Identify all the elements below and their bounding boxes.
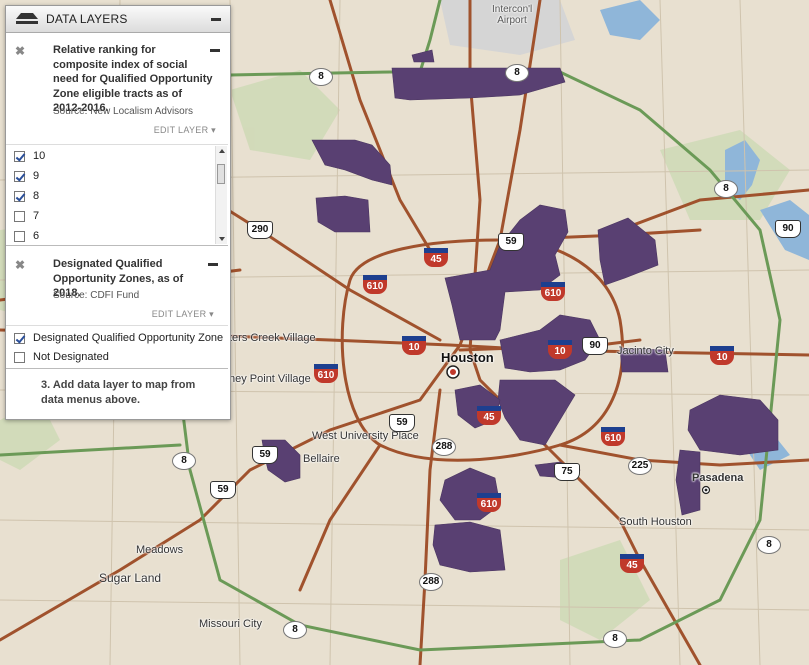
- shield-sh8-d: 8: [172, 452, 196, 470]
- scroll-down-icon[interactable]: [219, 237, 225, 241]
- list-item[interactable]: 7: [14, 208, 39, 224]
- layer2-value-list[interactable]: Designated Qualified Opportunity Zone No…: [6, 325, 228, 369]
- zone-south-2: [432, 521, 506, 573]
- layer1-description: Relative ranking for composite index of …: [53, 44, 213, 114]
- shield-sh288-b: 288: [419, 573, 443, 591]
- list-item[interactable]: 10: [14, 148, 45, 164]
- label-hunters-creek: ters Creek Village: [229, 332, 316, 344]
- label-jacinto-city: Jacinto City: [617, 345, 674, 357]
- shield-sh225: 225: [628, 457, 652, 475]
- label-bellaire: Bellaire: [303, 453, 340, 465]
- checkbox-6[interactable]: [14, 230, 25, 242]
- label-missouri-city: Missouri City: [199, 618, 262, 630]
- shield-i610-b: 610: [541, 282, 565, 301]
- shield-us59-c: 59: [252, 446, 278, 464]
- panel-header[interactable]: DATA LAYERS: [6, 6, 230, 33]
- remove-layer2-icon[interactable]: ✖: [15, 258, 25, 272]
- label-airport: Intercon'l Airport: [492, 4, 533, 26]
- shield-i610-d: 610: [601, 427, 625, 446]
- add-layer-hint: 3. Add data layer to map from data menus…: [41, 379, 196, 406]
- shield-i610-a: 610: [363, 275, 387, 294]
- shield-us59-a: 59: [498, 233, 524, 251]
- shield-us59-d: 59: [210, 481, 236, 499]
- label-houston: Houston: [441, 350, 494, 365]
- data-layers-panel: DATA LAYERS ✖ Relative ranking for compo…: [5, 5, 231, 420]
- layers-icon: [16, 13, 38, 24]
- scroll-up-icon[interactable]: [219, 149, 225, 153]
- layer2-section: ✖ Designated Qualified Opportunity Zones…: [6, 245, 228, 326]
- label-south-houston: South Houston: [619, 516, 692, 528]
- label-sugar-land: Sugar Land: [99, 571, 162, 585]
- shield-sh8-g: 8: [757, 536, 781, 554]
- scroll-thumb[interactable]: [217, 164, 225, 184]
- layer2-source: Source: CDFI Fund: [53, 290, 140, 301]
- layer1-edit-button[interactable]: EDIT LAYER ▾: [154, 125, 216, 136]
- pasadena-marker[interactable]: [701, 485, 711, 495]
- label-meadows: Meadows: [136, 544, 184, 556]
- list-item[interactable]: Designated Qualified Opportunity Zone: [14, 330, 223, 346]
- checkbox-10[interactable]: [14, 150, 25, 162]
- collapse-panel-icon[interactable]: [211, 18, 221, 21]
- list-item[interactable]: 6: [14, 228, 39, 244]
- shield-us59-b: 59: [389, 414, 415, 432]
- shield-i610-c: 610: [314, 364, 338, 383]
- shield-i10-a: 10: [402, 336, 426, 355]
- checkbox-8[interactable]: [14, 190, 25, 202]
- shield-us90-a: 90: [582, 337, 608, 355]
- shield-us90-b: 90: [775, 220, 801, 238]
- shield-sh8-e: 8: [283, 621, 307, 639]
- shield-i45-c: 45: [620, 554, 644, 573]
- shield-sh8-f: 8: [603, 630, 627, 648]
- shield-i45-b: 45: [477, 406, 501, 425]
- remove-layer1-icon[interactable]: ✖: [15, 44, 25, 58]
- shield-i610-e: 610: [477, 493, 501, 512]
- list-item[interactable]: 9: [14, 168, 39, 184]
- checkbox-7[interactable]: [14, 210, 25, 222]
- layer2-edit-button[interactable]: EDIT LAYER ▾: [152, 309, 214, 320]
- shield-i10-c: 10: [710, 346, 734, 365]
- shield-sh8-b: 8: [505, 64, 529, 82]
- checkbox-not-designated[interactable]: [14, 351, 25, 363]
- houston-marker[interactable]: [446, 365, 460, 379]
- label-piney-point: ney Point Village: [229, 373, 311, 385]
- shield-i45-a: 45: [424, 248, 448, 267]
- checkbox-designated[interactable]: [14, 332, 25, 344]
- shield-sh8-a: 8: [309, 68, 333, 86]
- shield-us75: 75: [554, 463, 580, 481]
- shield-sh288-a: 288: [432, 438, 456, 456]
- shield-us290: 290: [247, 221, 273, 239]
- panel-title: DATA LAYERS: [46, 12, 128, 26]
- label-pasadena: Pasadena: [692, 472, 744, 484]
- layer1-value-list[interactable]: 10 9 8 7 6: [6, 144, 228, 246]
- list-item[interactable]: Not Designated: [14, 349, 109, 365]
- list-scrollbar[interactable]: [215, 146, 227, 244]
- shield-sh8-c: 8: [714, 180, 738, 198]
- layer1-source: Source: New Localism Advisors: [53, 106, 194, 117]
- checkbox-9[interactable]: [14, 170, 25, 182]
- shield-i10-b: 10: [548, 340, 572, 359]
- list-item[interactable]: 8: [14, 188, 39, 204]
